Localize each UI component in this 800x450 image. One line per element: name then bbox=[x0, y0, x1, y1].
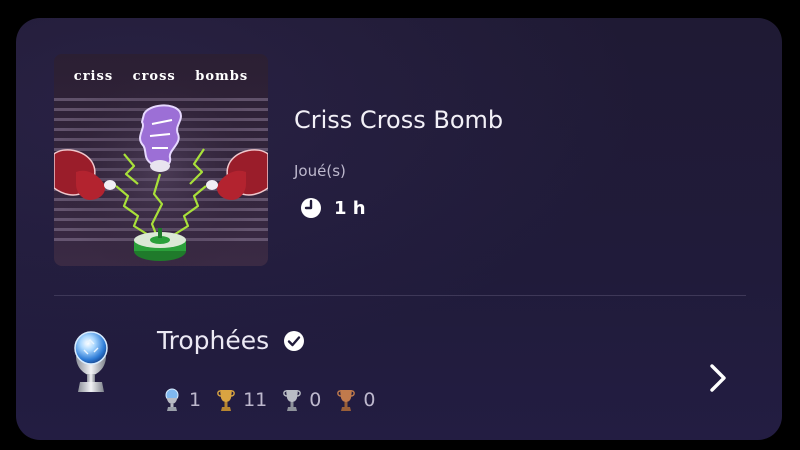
trophies-row[interactable]: Trophées 1 11 0 0 bbox=[16, 296, 782, 440]
check-circle-icon bbox=[283, 330, 305, 352]
gold-count: 11 bbox=[217, 388, 267, 412]
trophies-header: Trophées bbox=[157, 326, 305, 355]
platinum-count: 1 bbox=[163, 388, 201, 412]
game-artwork: criss cross bombs bbox=[54, 54, 268, 266]
bronze-trophy-icon bbox=[337, 390, 356, 411]
playtime: 1 h bbox=[300, 197, 366, 219]
game-card: criss cross bombs Criss Cross Bomb Joué(… bbox=[16, 18, 782, 440]
playtime-value: 1 h bbox=[334, 197, 366, 219]
bronze-count: 0 bbox=[337, 388, 375, 412]
platinum-trophy-icon bbox=[64, 326, 118, 394]
game-artwork-image bbox=[54, 54, 268, 266]
silver-trophy-icon bbox=[283, 390, 302, 411]
artwork-title-text: criss cross bombs bbox=[73, 69, 249, 84]
gold-trophy-icon bbox=[217, 390, 235, 411]
chevron-right-icon[interactable] bbox=[706, 360, 730, 396]
trophies-title: Trophées bbox=[157, 326, 270, 355]
silver-count: 0 bbox=[283, 388, 321, 412]
gold-count-value: 11 bbox=[243, 389, 268, 411]
game-title: Criss Cross Bomb bbox=[294, 106, 504, 134]
trophy-counts: 1 11 0 0 bbox=[163, 388, 391, 412]
bronze-count-value: 0 bbox=[363, 389, 376, 411]
platinum-count-value: 1 bbox=[189, 389, 202, 411]
played-label: Joué(s) bbox=[294, 162, 346, 180]
clock-icon bbox=[300, 197, 322, 219]
platinum-small-trophy-icon bbox=[165, 388, 179, 411]
silver-count-value: 0 bbox=[309, 389, 322, 411]
